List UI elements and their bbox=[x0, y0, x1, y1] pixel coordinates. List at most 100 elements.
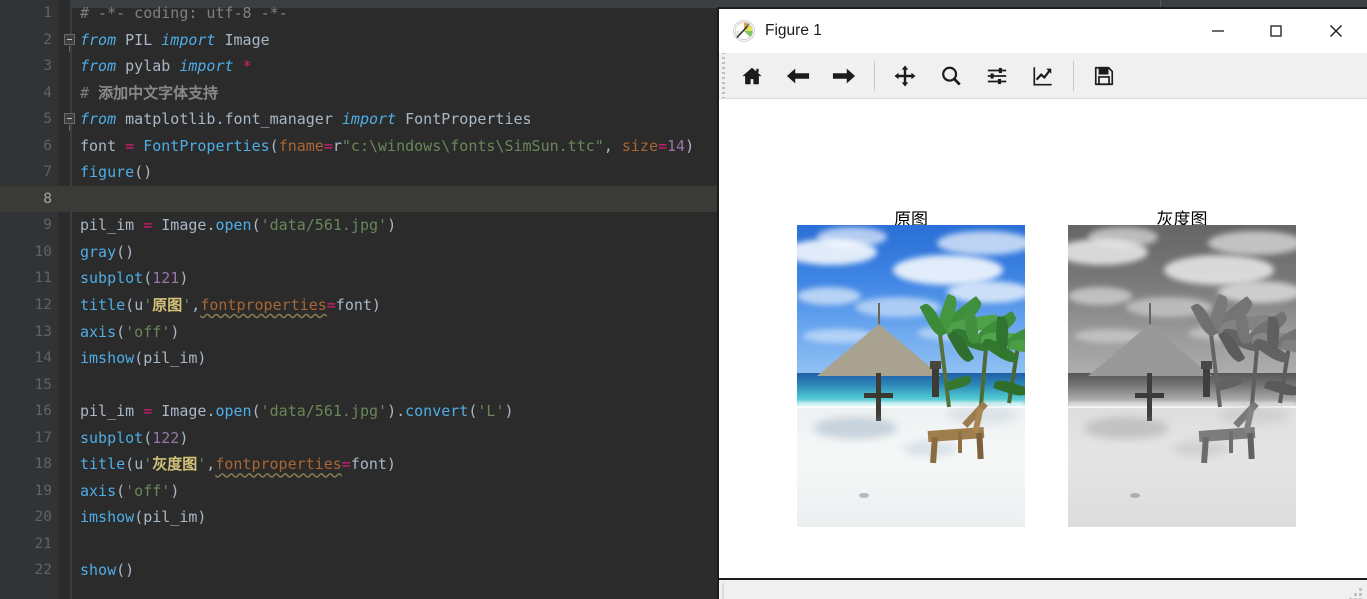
figure-toolbar[interactable] bbox=[719, 53, 1367, 99]
toolbar-separator-1 bbox=[874, 60, 875, 91]
beach-post-cap bbox=[930, 361, 941, 369]
code-line[interactable]: 2 from PIL import Image bbox=[0, 27, 718, 54]
beach-post-cap bbox=[1201, 361, 1212, 369]
line-content: # 添加中文字体支持 bbox=[80, 83, 219, 102]
cloud bbox=[1218, 281, 1296, 303]
code-line[interactable]: 20 imshow(pil_im) bbox=[0, 504, 718, 531]
maximize-icon[interactable] bbox=[1247, 9, 1305, 53]
line-content: show() bbox=[80, 561, 135, 580]
arrow-right-icon[interactable] bbox=[821, 53, 867, 99]
figure-title-text: Figure 1 bbox=[765, 22, 822, 39]
umbrella-spike bbox=[1149, 303, 1151, 325]
close-icon[interactable] bbox=[1305, 9, 1367, 53]
cloud bbox=[1088, 227, 1158, 247]
code-line[interactable]: 16 pil_im = Image.open('data/561.jpg').co… bbox=[0, 398, 718, 425]
line-number: 8 bbox=[43, 190, 52, 207]
subplot-image-grayscale bbox=[1068, 225, 1296, 527]
line-number: 3 bbox=[43, 58, 52, 75]
line-number: 11 bbox=[34, 270, 52, 287]
umbrella-spike bbox=[878, 303, 880, 325]
status-bar-grip bbox=[722, 583, 724, 599]
code-line[interactable]: 11 subplot(121) bbox=[0, 265, 718, 292]
window-controls[interactable] bbox=[1189, 9, 1367, 53]
cloud bbox=[817, 227, 887, 247]
window-resize-grip[interactable] bbox=[1349, 588, 1363, 599]
sliders-icon[interactable] bbox=[974, 53, 1020, 99]
figure-status-bar bbox=[719, 580, 1367, 599]
figure-title-bar[interactable]: Figure 1 bbox=[719, 9, 1367, 53]
line-number: 14 bbox=[34, 350, 52, 367]
line-content: figure() bbox=[80, 163, 153, 182]
arrow-left-icon[interactable] bbox=[775, 53, 821, 99]
subplot-image-original bbox=[797, 225, 1025, 527]
line-content: axis('off') bbox=[80, 481, 180, 500]
figure-canvas[interactable]: 原图 灰度图 bbox=[719, 99, 1367, 580]
code-line[interactable]: 18 title(u'灰度图',fontproperties=font) bbox=[0, 451, 718, 478]
sand-speck bbox=[1130, 493, 1140, 498]
line-content: # -*- coding: utf-8 -*- bbox=[80, 4, 288, 22]
code-line[interactable]: 8 bbox=[0, 185, 718, 213]
code-line[interactable]: 17 subplot(122) bbox=[0, 425, 718, 452]
code-line[interactable]: 1 # -*- coding: utf-8 -*- bbox=[0, 0, 718, 27]
line-content: gray() bbox=[80, 242, 135, 261]
line-number: 18 bbox=[34, 456, 52, 473]
code-text-area[interactable]: 1 # -*- coding: utf-8 -*- 2 from PIL import… bbox=[0, 0, 718, 599]
palm-frond bbox=[995, 316, 1010, 349]
code-line[interactable]: 7 figure() bbox=[0, 159, 718, 186]
home-icon[interactable] bbox=[729, 53, 775, 99]
code-line[interactable]: 13 axis('off') bbox=[0, 319, 718, 346]
code-line[interactable]: 14 imshow(pil_im) bbox=[0, 345, 718, 372]
code-line[interactable]: 10 gray() bbox=[0, 239, 718, 266]
code-line[interactable]: 15 bbox=[0, 372, 718, 399]
code-line[interactable]: 9 pil_im = Image.open('data/561.jpg') bbox=[0, 212, 718, 239]
line-number: 13 bbox=[34, 323, 52, 340]
beach-post bbox=[1203, 365, 1210, 397]
code-line[interactable]: 4 # 添加中文字体支持 bbox=[0, 80, 718, 107]
umbrella-canopy bbox=[817, 324, 941, 376]
line-number: 20 bbox=[34, 509, 52, 526]
line-content: axis('off') bbox=[80, 322, 180, 341]
toolbar-drag-grip[interactable] bbox=[719, 53, 729, 98]
line-number: 19 bbox=[34, 482, 52, 499]
line-number: 17 bbox=[34, 429, 52, 446]
cloud bbox=[947, 281, 1025, 303]
line-number: 15 bbox=[34, 376, 52, 393]
line-number: 9 bbox=[43, 217, 52, 234]
beach-photo-color bbox=[797, 225, 1025, 527]
line-content: from pylab import * bbox=[80, 57, 252, 76]
chart-line-icon[interactable] bbox=[1020, 53, 1066, 99]
move-icon[interactable] bbox=[882, 53, 928, 99]
chair-leg bbox=[958, 431, 962, 453]
fold-toggle-icon[interactable] bbox=[64, 33, 75, 52]
code-line[interactable]: 19 axis('off') bbox=[0, 478, 718, 505]
toolbar-separator-2 bbox=[1073, 60, 1074, 91]
line-content: subplot(121) bbox=[80, 269, 189, 288]
code-line[interactable]: 22 show() bbox=[0, 557, 718, 584]
fold-toggle-icon[interactable] bbox=[64, 113, 75, 132]
umbrella-shadow bbox=[813, 417, 897, 439]
code-line[interactable]: 3 from pylab import * bbox=[0, 53, 718, 80]
chair-leg bbox=[1229, 431, 1233, 453]
minimize-icon[interactable] bbox=[1189, 9, 1247, 53]
code-line[interactable]: 5 from matplotlib.font_manager import Fon… bbox=[0, 106, 718, 133]
floppy-disk-icon[interactable] bbox=[1081, 53, 1127, 99]
umbrella-collar bbox=[864, 393, 893, 398]
figure-window[interactable]: Figure 1 原图 灰度图 bbox=[717, 7, 1367, 599]
code-line[interactable]: 21 bbox=[0, 531, 718, 558]
line-content: title(u'原图',fontproperties=font) bbox=[80, 296, 381, 315]
line-number: 2 bbox=[43, 31, 52, 48]
beach-photo-gray bbox=[1068, 225, 1296, 527]
chair-leg bbox=[1247, 432, 1255, 460]
cloud bbox=[1068, 287, 1132, 305]
line-number: 12 bbox=[34, 297, 52, 314]
chair-leg bbox=[976, 432, 984, 460]
code-line[interactable]: 12 title(u'原图',fontproperties=font) bbox=[0, 292, 718, 319]
matplotlib-icon bbox=[733, 20, 755, 42]
line-content: from matplotlib.font_manager import Font… bbox=[80, 110, 532, 129]
line-content: pil_im = Image.open('data/561.jpg') bbox=[80, 216, 397, 235]
line-number: 1 bbox=[43, 5, 52, 21]
line-number: 5 bbox=[43, 111, 52, 128]
line-content: imshow(pil_im) bbox=[80, 508, 207, 527]
magnifier-icon[interactable] bbox=[928, 53, 974, 99]
code-line[interactable]: 6 font = FontProperties(fname=r"c:\window… bbox=[0, 133, 718, 160]
